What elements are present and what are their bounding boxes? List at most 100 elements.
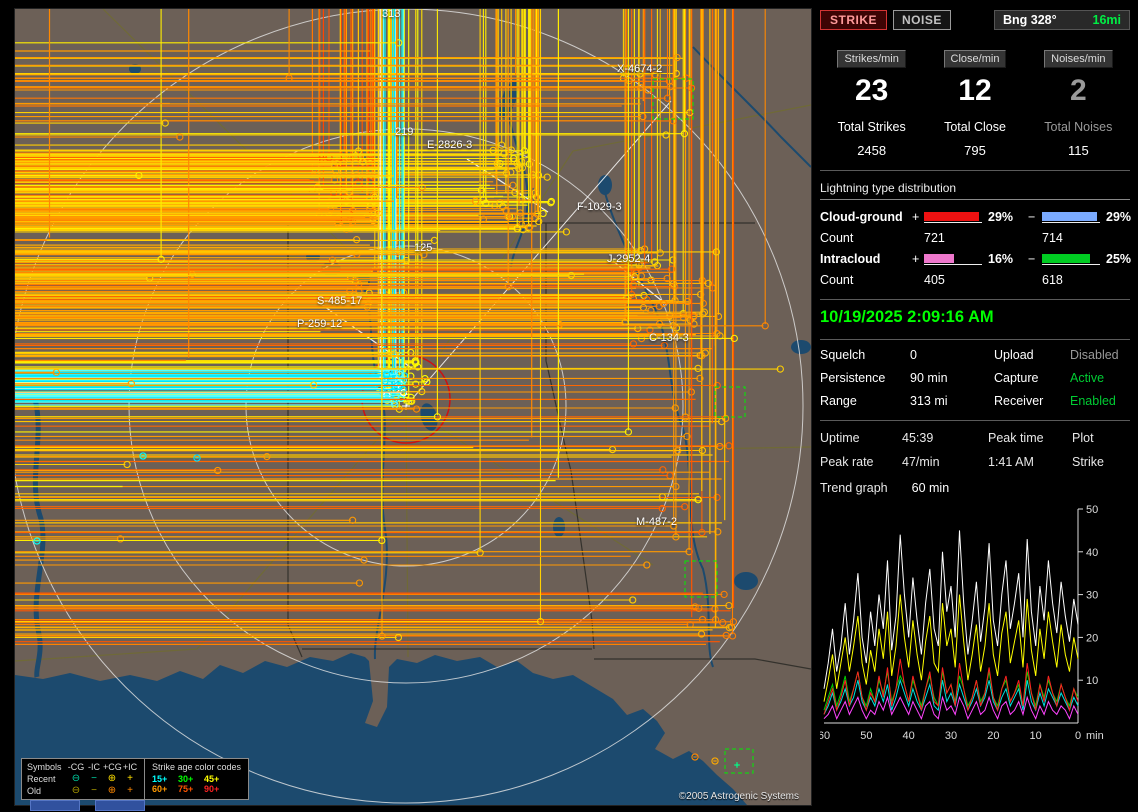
cg-minus-count: 714 xyxy=(1042,231,1106,245)
distribution-table: Cloud-ground + 29% − 29% Count 721 714 I… xyxy=(820,210,1130,287)
cg-plus-bar xyxy=(924,211,982,223)
capture-label: Capture xyxy=(994,371,1070,385)
range-value: 313 mi xyxy=(910,394,994,408)
svg-text:40: 40 xyxy=(903,730,915,742)
peak-rate-value: 47/min xyxy=(902,455,988,469)
ic-plus-pct: 16% xyxy=(988,252,1028,266)
ic-minus-count: 618 xyxy=(1042,273,1106,287)
svg-text:min: min xyxy=(1086,730,1104,742)
total-strikes-value: 2458 xyxy=(820,143,923,158)
strikes-per-min-button[interactable]: Strikes/min xyxy=(837,50,905,68)
plot-label[interactable]: Plot xyxy=(1072,431,1126,445)
svg-text:0: 0 xyxy=(1075,730,1081,742)
plot-mode-value[interactable]: Strike xyxy=(1072,455,1126,469)
storm-cell-label: 219 xyxy=(395,127,413,138)
uptime-value: 45:39 xyxy=(902,431,988,445)
age-legend-title: Strike age color codes xyxy=(152,762,241,772)
svg-text:30: 30 xyxy=(945,730,957,742)
cg-minus-pct: 29% xyxy=(1106,210,1138,224)
plus-sign: + xyxy=(912,210,924,224)
squelch-label: Squelch xyxy=(820,348,910,362)
svg-text:10: 10 xyxy=(1030,730,1042,742)
total-counters: Total Strikes 2458 Total Close 795 Total… xyxy=(820,120,1130,158)
trend-graph: 10 20 30 40 50 60 50 40 30 20 10 0 min xyxy=(820,497,1128,749)
storm-cell-label: 313 xyxy=(382,9,400,20)
total-noises-value: 115 xyxy=(1027,143,1130,158)
ic-plus-count: 405 xyxy=(924,273,988,287)
rate-counters: Strikes/min 23 Close/min 12 Noises/min 2 xyxy=(820,50,1130,108)
upload-status: Disabled xyxy=(1070,348,1130,362)
distribution-title: Lightning type distribution xyxy=(820,181,1130,200)
taskbar-item-2[interactable] xyxy=(95,800,145,811)
status-panel: STRIKE NOISE Bng 328° 16mi Strikes/min 2… xyxy=(812,0,1138,812)
cg-plus-count: 721 xyxy=(924,231,988,245)
noises-per-min-value: 2 xyxy=(1027,74,1130,108)
total-close-value: 795 xyxy=(923,143,1026,158)
svg-text:60: 60 xyxy=(820,730,830,742)
cg-minus-bar xyxy=(1042,211,1100,223)
svg-text:30: 30 xyxy=(1086,590,1098,602)
svg-text:10: 10 xyxy=(1086,675,1098,687)
peak-time-label: Peak time xyxy=(988,431,1072,445)
storm-cell-label: E-2826-3 xyxy=(427,140,472,151)
svg-text:50: 50 xyxy=(1086,504,1098,516)
trend-graph-header: Trend graph 60 min xyxy=(820,481,1130,495)
minus-sign: − xyxy=(1028,210,1042,224)
storm-cell-label: J-2952-4 xyxy=(607,254,650,265)
storm-cell-label: C-134-3 xyxy=(649,333,689,344)
plus-sign: + xyxy=(912,252,924,266)
storm-cell-label: S-485-17 xyxy=(317,296,362,307)
upload-label: Upload xyxy=(994,348,1070,362)
taskbar-item-1[interactable] xyxy=(30,800,80,811)
storm-cell-label: 125 xyxy=(414,243,432,254)
ic-count-label: Count xyxy=(820,273,912,287)
trend-graph-label: Trend graph xyxy=(820,481,888,495)
storm-cell-label: X-4674-2 xyxy=(617,64,662,75)
session-grid: Uptime 45:39 Peak time Plot Peak rate 47… xyxy=(820,431,1130,469)
symbols-legend: Symbols-CG-IC+CG+ICRecent⊖−⊕+Old⊖−⊕+ xyxy=(22,759,145,799)
peak-time-value: 1:41 AM xyxy=(988,455,1072,469)
storm-cell-label: M-487-2 xyxy=(636,517,677,528)
uptime-label: Uptime xyxy=(820,431,902,445)
age-legend: Strike age color codes 15+30+45+60+75+90… xyxy=(145,759,248,799)
bearing-distance: 16mi xyxy=(1093,13,1122,27)
receiver-status: Enabled xyxy=(1070,394,1130,408)
cg-count-label: Count xyxy=(820,231,912,245)
ic-plus-bar xyxy=(924,253,982,265)
close-per-min-value: 12 xyxy=(923,74,1026,108)
close-per-min-button[interactable]: Close/min xyxy=(944,50,1007,68)
copyright-text: ©2005 Astrogenic Systems xyxy=(679,791,799,802)
storm-cell-label: F-1029-3 xyxy=(577,202,622,213)
peak-rate-label: Peak rate xyxy=(820,455,902,469)
noise-mode-button[interactable]: NOISE xyxy=(893,10,951,30)
map-legend: Symbols-CG-IC+CG+ICRecent⊖−⊕+Old⊖−⊕+ Str… xyxy=(21,758,249,800)
squelch-value: 0 xyxy=(910,348,994,362)
range-label: Range xyxy=(820,394,910,408)
cloud-ground-label: Cloud-ground xyxy=(820,210,912,224)
svg-text:40: 40 xyxy=(1086,547,1098,559)
total-noises-label: Total Noises xyxy=(1044,120,1112,134)
persistence-label: Persistence xyxy=(820,371,910,385)
lightning-map[interactable]: 313 219 125 X-4674-2 E-2826-3 F-1029-3 J-2952-… xyxy=(14,8,812,806)
mode-toolbar: STRIKE NOISE Bng 328° 16mi xyxy=(820,10,1130,30)
settings-grid: Squelch 0 Upload Disabled Persistence 90… xyxy=(820,348,1130,408)
strikes-per-min-value: 23 xyxy=(820,74,923,108)
persistence-value: 90 min xyxy=(910,371,994,385)
ic-minus-bar xyxy=(1042,253,1100,265)
minus-sign: − xyxy=(1028,252,1042,266)
total-strikes-label: Total Strikes xyxy=(838,120,906,134)
total-close-label: Total Close xyxy=(944,120,1006,134)
svg-text:20: 20 xyxy=(1086,632,1098,644)
strike-mode-button[interactable]: STRIKE xyxy=(820,10,887,30)
bearing-value: Bng 328° xyxy=(1003,13,1057,27)
cg-plus-pct: 29% xyxy=(988,210,1028,224)
datetime-display: 10/19/2025 2:09:16 AM xyxy=(820,308,1130,327)
receiver-label: Receiver xyxy=(994,394,1070,408)
storm-cell-label: P-259-12 xyxy=(297,319,342,330)
trend-period-value: 60 min xyxy=(912,481,950,495)
bearing-readout: Bng 328° 16mi xyxy=(994,10,1130,30)
intracloud-label: Intracloud xyxy=(820,252,912,266)
svg-text:50: 50 xyxy=(860,730,872,742)
noises-per-min-button[interactable]: Noises/min xyxy=(1044,50,1112,68)
svg-text:20: 20 xyxy=(987,730,999,742)
